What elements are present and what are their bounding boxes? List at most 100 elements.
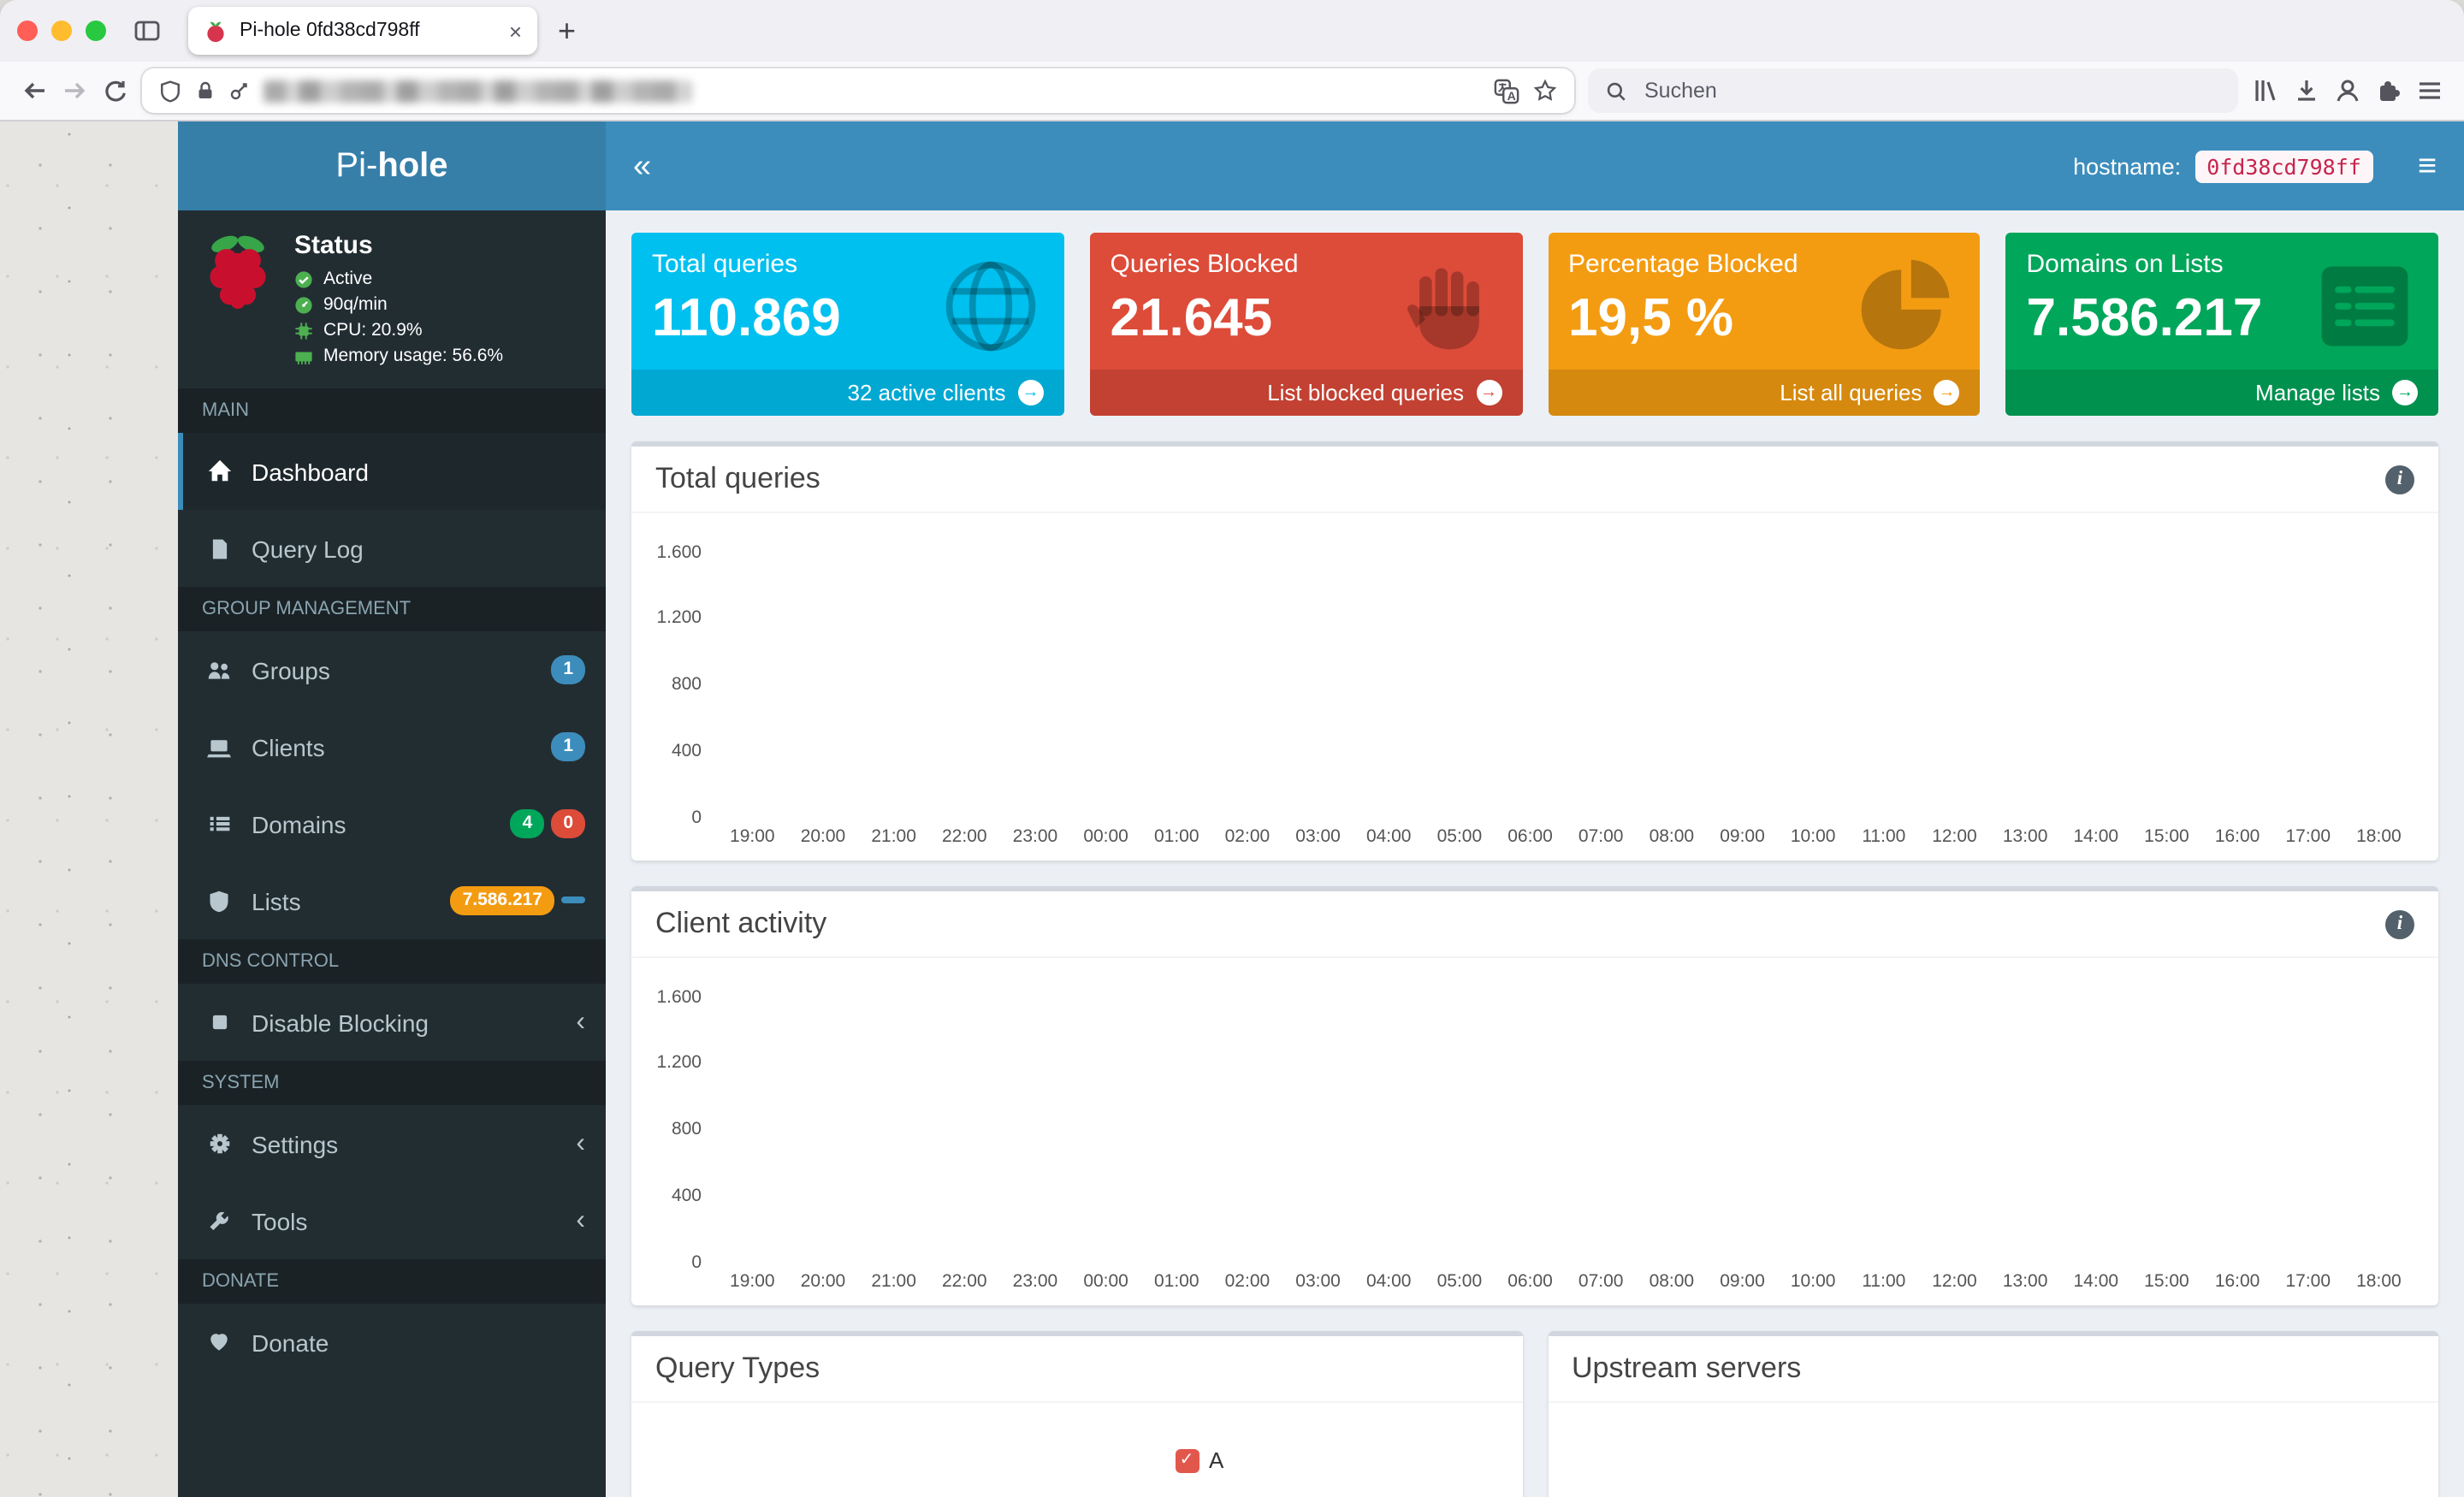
panel-title: Total queries [655,462,820,494]
raspberry-logo [198,231,277,318]
sidebar-collapse-icon[interactable]: « [633,150,651,182]
pie-chart-icon [1854,253,1960,359]
x-tick-label: 13:00 [2002,1271,2048,1292]
x-axis: 19:00 20:00 21:00 22:00 23:00 00:00 01:00 02:00… [717,826,2414,847]
tab-close-button[interactable]: × [509,18,522,44]
browser-tab[interactable]: Pi-hole 0fd38cd798ff × [188,7,537,55]
sidebar-item-query-log[interactable]: Query Log [178,510,606,587]
reload-icon[interactable] [103,78,128,104]
hamburger-menu-icon[interactable]: ≡ [2418,150,2437,182]
card-footer-link[interactable]: 32 active clients → [631,370,1064,416]
chevron-left-icon: ‹ [576,1007,585,1036]
wrench-icon [204,1209,234,1233]
account-icon[interactable] [2334,77,2361,104]
total-queries-chart: 1.600 1.200 800 400 0 19:00 20:00 21:00 22:00 23… [645,527,2414,847]
x-tick-label: 14:00 [2073,1271,2119,1292]
extensions-icon[interactable] [2375,77,2402,104]
panel-query-types: Query Types ✓ A [631,1331,1522,1497]
list-alt-icon [2312,253,2418,359]
x-tick-label: 17:00 [2285,1271,2331,1292]
search-input[interactable] [1641,77,2221,104]
bookmark-star-icon[interactable] [1533,79,1557,103]
shield-icon[interactable] [159,80,181,102]
x-tick-label: 02:00 [1224,826,1270,847]
card-footer-label: 32 active clients [847,380,1006,405]
status-active: Active [323,269,373,289]
card-footer-link[interactable]: List all queries → [1548,370,1981,416]
panel-title: Upstream servers [1572,1352,1802,1384]
gauge-icon [295,296,312,313]
gear-icon [204,1131,234,1157]
hostname-badge: 0fd38cd798ff [2194,150,2373,182]
sidebar-section-system: SYSTEM [178,1061,606,1105]
y-axis: 1.600 1.200 800 400 0 [645,972,717,1273]
close-window-button[interactable] [17,21,38,41]
panel-title: Client activity [655,907,827,939]
menu-icon[interactable] [2416,77,2443,104]
x-tick-label: 18:00 [2356,826,2402,847]
sidebar-item-clients[interactable]: Clients 1 [178,708,606,785]
key-icon[interactable] [229,80,250,101]
lists-domains-badge: 7.586.217 [450,885,554,916]
forward-icon[interactable] [62,77,89,104]
x-tick-label: 09:00 [1720,1271,1765,1292]
pihole-logo[interactable]: Pi-hole [178,121,606,210]
checkbox-checked-icon[interactable]: ✓ [1175,1448,1199,1472]
sidebar-item-label: Groups [252,656,330,683]
x-tick-label: 21:00 [871,1271,916,1292]
download-icon[interactable] [2293,77,2320,104]
shield-icon [204,889,234,913]
x-tick-label: 07:00 [1578,1271,1624,1292]
file-icon [204,536,234,560]
info-icon[interactable]: i [2385,464,2414,494]
browser-search-field[interactable] [1588,68,2238,113]
x-tick-label: 18:00 [2356,1271,2402,1292]
sidebar-item-donate[interactable]: Donate [178,1304,606,1381]
x-tick-label: 01:00 [1153,1271,1199,1292]
hand-icon [1395,253,1502,359]
brand-suffix: hole [377,146,448,184]
x-tick-label: 06:00 [1507,826,1553,847]
sidebar-item-tools[interactable]: Tools ‹ [178,1182,606,1259]
y-tick-label: 0 [691,1252,702,1273]
sidebar-item-domains[interactable]: Domains 4 0 [178,785,606,862]
sidebar-item-label: Settings [252,1130,339,1157]
globe-icon [938,253,1044,359]
sidebar-item-lists[interactable]: Lists 7.586.217 [178,862,606,939]
back-icon[interactable] [21,77,48,104]
y-tick-label: 1.200 [656,607,702,629]
sidebar-item-label: Clients [252,733,325,760]
browser-window: Pi-hole 0fd38cd798ff × + A Suchen Pi- ho… [0,0,2464,1497]
svg-text:A: A [1507,88,1516,102]
arrow-circle-icon: → [2392,380,2418,405]
card-footer-link[interactable]: Manage lists → [2005,370,2438,416]
browser-tab-bar: Pi-hole 0fd38cd798ff × + [0,0,2464,62]
sidebar-toggle-icon[interactable] [133,17,161,44]
pihole-app: Pi-hole « hostname: 0fd38cd798ff ≡ Statu… [178,121,2464,1497]
card-percentage-blocked: Percentage Blocked 19,5 % List all queri… [1548,233,1981,416]
zoom-window-button[interactable] [86,21,106,41]
sidebar-item-disable-blocking[interactable]: Disable Blocking ‹ [178,984,606,1061]
sidebar-item-label: Disable Blocking [252,1009,429,1036]
x-tick-label: 22:00 [942,1271,987,1292]
minimize-window-button[interactable] [51,21,72,41]
new-tab-button[interactable]: + [558,15,576,46]
stop-icon [204,1011,234,1033]
lock-icon[interactable] [195,80,216,101]
translate-icon[interactable]: A [1494,78,1519,104]
x-tick-label: 00:00 [1083,1271,1128,1292]
y-tick-label: 0 [691,808,702,828]
list-icon [204,813,234,835]
query-type-legend-item[interactable]: ✓ A [1175,1447,1223,1473]
browser-toolbar: A [0,62,2464,121]
sidebar-item-settings[interactable]: Settings ‹ [178,1105,606,1182]
x-tick-label: 14:00 [2073,826,2119,847]
info-icon[interactable]: i [2385,909,2414,938]
x-axis: 19:00 20:00 21:00 22:00 23:00 00:00 01:00 02:00… [717,1271,2414,1292]
card-domains-on-lists: Domains on Lists 7.586.217 Manage lists … [2005,233,2438,416]
library-icon[interactable] [2252,77,2279,104]
url-bar[interactable]: A [142,68,1574,113]
sidebar-item-groups[interactable]: Groups 1 [178,631,606,708]
card-footer-link[interactable]: List blocked queries → [1089,370,1522,416]
sidebar-item-dashboard[interactable]: Dashboard [178,433,606,510]
